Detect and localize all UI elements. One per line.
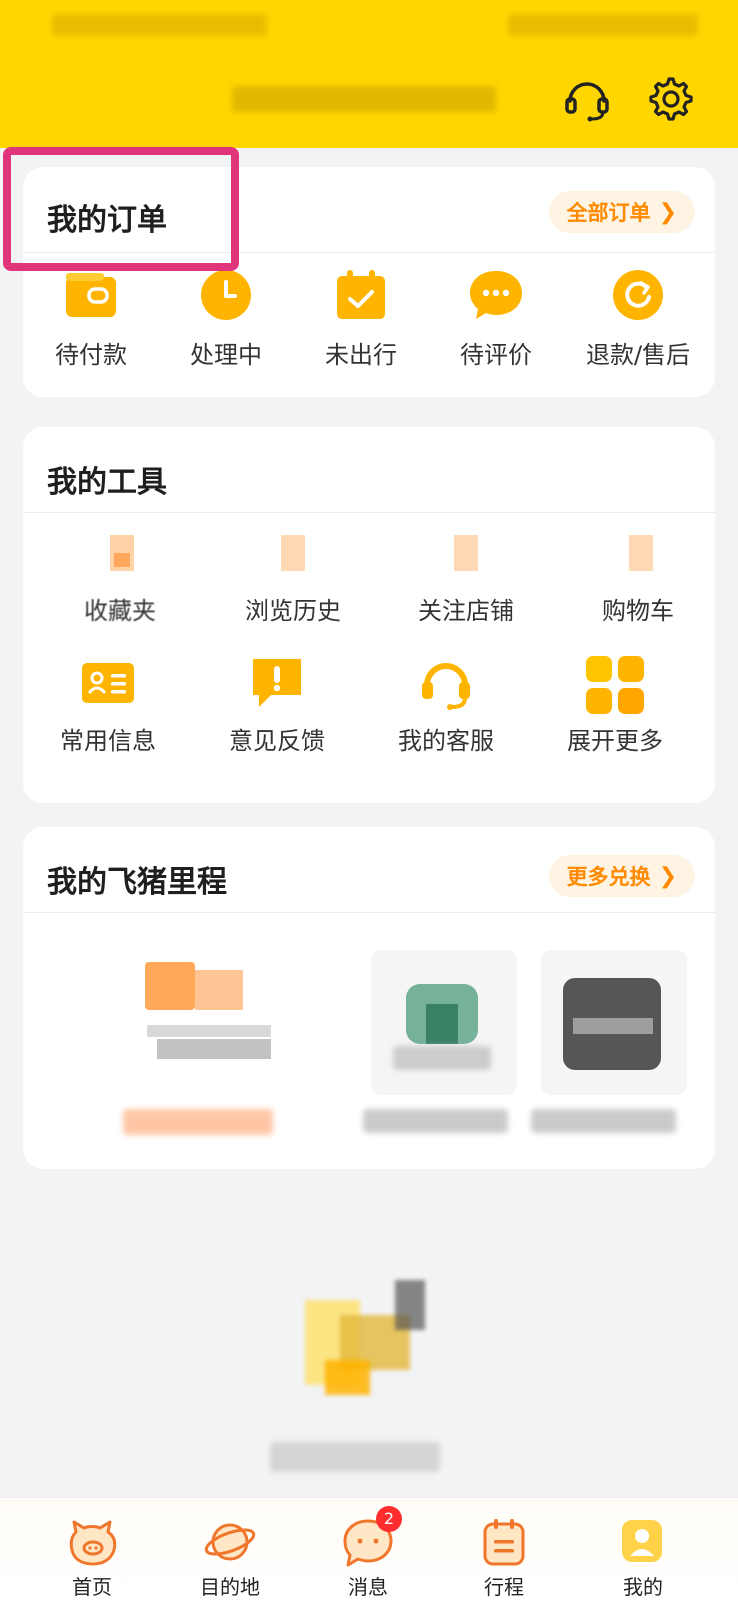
promo-banner-image[interactable] xyxy=(285,1270,445,1410)
divider xyxy=(23,512,715,513)
reward-image xyxy=(406,984,478,1044)
clock-icon xyxy=(201,270,251,320)
tab-label: 我的 xyxy=(623,1575,663,1599)
mileage-name xyxy=(147,1025,271,1059)
order-to-review[interactable]: 待评价 xyxy=(441,269,551,370)
grid-icon xyxy=(586,656,644,714)
divider xyxy=(23,912,715,913)
order-pending-payment[interactable]: 待付款 xyxy=(36,269,146,370)
order-not-traveled[interactable]: 未出行 xyxy=(306,269,416,370)
tool-label: 关注店铺 xyxy=(418,597,514,625)
tool-cart[interactable]: 购物车 xyxy=(573,535,703,626)
tool-favorites[interactable]: 收藏夹 xyxy=(55,535,185,626)
cart-icon xyxy=(629,535,653,571)
tool-history[interactable]: 浏览历史 xyxy=(228,535,358,626)
tools-title: 我的工具 xyxy=(47,465,167,500)
tool-expand-more[interactable]: 展开更多 xyxy=(550,655,680,756)
more-exchange-button[interactable]: 更多兑换 ❯ xyxy=(548,855,695,897)
tool-customer-service[interactable]: 我的客服 xyxy=(381,655,511,756)
status-bar-left xyxy=(52,14,267,36)
tool-common-info[interactable]: 常用信息 xyxy=(43,655,173,756)
status-bar-right xyxy=(508,14,698,36)
all-orders-label: 全部订单 xyxy=(566,201,651,225)
reward-item[interactable] xyxy=(371,950,517,1095)
reward-image xyxy=(563,978,661,1070)
tool-followed-stores[interactable]: 关注店铺 xyxy=(401,535,531,626)
mileage-title: 我的飞猪里程 xyxy=(47,865,227,900)
headset-icon xyxy=(422,663,470,710)
tab-label: 目的地 xyxy=(200,1575,260,1599)
tool-label: 浏览历史 xyxy=(245,597,341,625)
reward-price xyxy=(531,1109,676,1133)
tool-label: 常用信息 xyxy=(60,727,156,755)
message-count-badge: 2 xyxy=(376,1506,402,1532)
tool-label: 我的客服 xyxy=(398,727,494,755)
chevron-right-icon: ❯ xyxy=(658,199,677,225)
bottom-tab-bar: 首页 目的地 2 消息 行程 我的 xyxy=(0,1497,738,1601)
feedback-icon xyxy=(253,659,301,707)
tool-label: 收藏夹 xyxy=(84,597,156,625)
more-exchange-label: 更多兑换 xyxy=(566,865,651,889)
mileage-logo xyxy=(145,962,245,1012)
tool-label: 意见反馈 xyxy=(229,727,325,755)
pig-icon xyxy=(69,1520,117,1566)
id-card-icon xyxy=(82,663,134,703)
mileage-balance xyxy=(123,1109,273,1135)
itinerary-icon xyxy=(483,1519,525,1566)
tool-label: 购物车 xyxy=(602,597,674,625)
chat-bubble-icon xyxy=(470,271,522,319)
profile-header xyxy=(0,0,738,148)
favorites-icon xyxy=(110,535,134,571)
store-icon xyxy=(454,535,478,571)
wallet-icon xyxy=(66,273,116,317)
all-orders-button[interactable]: 全部订单 ❯ xyxy=(548,191,695,233)
history-icon xyxy=(281,535,305,571)
tab-label: 消息 xyxy=(348,1575,388,1599)
order-processing[interactable]: 处理中 xyxy=(171,269,281,370)
tool-feedback[interactable]: 意见反馈 xyxy=(212,655,342,756)
gear-icon[interactable] xyxy=(644,73,694,123)
mileage-card: 我的飞猪里程 更多兑换 ❯ xyxy=(23,827,715,1169)
order-label: 待评价 xyxy=(460,341,532,369)
tab-label: 行程 xyxy=(484,1575,524,1599)
highlight-annotation xyxy=(3,147,239,271)
order-label: 处理中 xyxy=(190,341,262,369)
reward-price xyxy=(363,1109,508,1133)
planet-icon xyxy=(204,1523,256,1561)
profile-icon xyxy=(622,1520,662,1562)
user-name[interactable] xyxy=(232,86,496,112)
tab-label: 首页 xyxy=(72,1575,112,1599)
calendar-check-icon xyxy=(337,270,385,319)
order-refund[interactable]: 退款/售后 xyxy=(575,269,701,370)
tools-card: 我的工具 收藏夹 浏览历史 关注店铺 购物车 常用信息 意见反馈 我的客服 展开… xyxy=(23,427,715,803)
chevron-right-icon: ❯ xyxy=(658,863,677,889)
order-label: 待付款 xyxy=(55,341,127,369)
reward-caption xyxy=(393,1046,491,1070)
reward-item[interactable] xyxy=(541,950,687,1095)
order-label: 退款/售后 xyxy=(585,341,691,369)
refund-icon xyxy=(613,270,663,320)
promo-caption xyxy=(270,1442,440,1472)
order-label: 未出行 xyxy=(325,341,397,369)
headset-icon[interactable] xyxy=(562,73,612,123)
tool-label: 展开更多 xyxy=(567,727,663,755)
